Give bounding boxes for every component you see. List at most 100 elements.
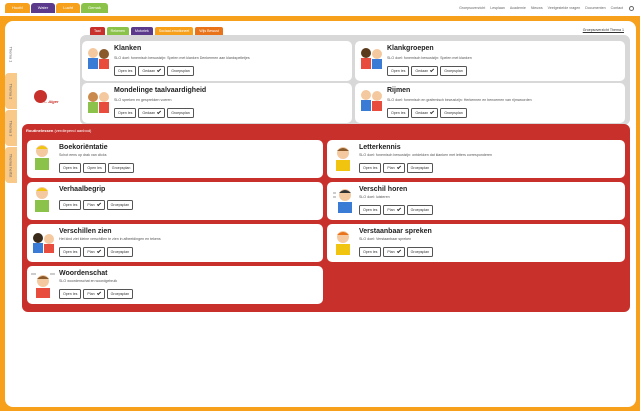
link-academie[interactable]: Academie <box>510 6 526 10</box>
lesson-card-klanken[interactable]: Klanken SLO doel: fonemisch bewustzijn: … <box>82 41 352 81</box>
button-label: Gedaan <box>142 111 156 115</box>
link-groepsoverzicht[interactable]: Groepsoverzicht <box>459 6 485 10</box>
open-lesson-button[interactable]: Open les <box>359 205 382 215</box>
children-looking-icon <box>33 233 54 253</box>
filter-tab-sociaal[interactable]: Sociaal-emotioneel <box>154 27 194 35</box>
open-lesson-button[interactable]: Open les <box>359 163 382 173</box>
card-actions: Open les Gedaan Groepsplan <box>387 108 467 118</box>
plan-button[interactable]: Plan <box>83 200 105 210</box>
open-lesson-button[interactable]: Open les <box>387 66 410 76</box>
plan-button[interactable]: Plan <box>83 289 105 299</box>
plan-button[interactable]: Plan <box>383 205 405 215</box>
theme-tab-2[interactable]: Thema 2 <box>5 73 17 109</box>
lesson-card-verschil-horen[interactable]: Verschil horen SLO doel: luisteren Open … <box>327 182 625 220</box>
card-actions: Open les Gedaan Groepsplan <box>114 66 194 76</box>
top-links: Groepsoverzicht Lesplaan Academie Nieuws… <box>459 5 640 11</box>
group-plan-button[interactable]: Groepsplan <box>440 108 467 118</box>
link-contact[interactable]: Contact <box>611 6 623 10</box>
theme-tab-1[interactable]: Thema 1 <box>5 36 17 72</box>
open-lesson-button[interactable]: Open les <box>387 108 410 118</box>
open-lesson-button[interactable]: Open les <box>59 289 82 299</box>
done-button[interactable]: Gedaan <box>411 66 439 76</box>
group-plan-button[interactable]: Groepsplan <box>106 247 134 257</box>
theme-tab-herfst[interactable]: Thema herfst <box>5 147 17 183</box>
group-overview-link[interactable]: Groepsoverzicht Thema 1 <box>583 28 624 32</box>
group-plan-button[interactable]: Groepsplan <box>406 205 434 215</box>
plan-button[interactable]: Plan <box>383 247 405 257</box>
open-lesson-button[interactable]: Open les <box>114 108 137 118</box>
filter-tab-taal[interactable]: Taal <box>90 27 105 35</box>
open-lesson-button[interactable]: Open les <box>59 200 82 210</box>
theme-tab-label: Thema 1 <box>8 46 14 62</box>
lesson-card-mondelinge-taalvaardigheid[interactable]: Mondelinge taalvaardigheid SLO spreken e… <box>82 83 352 123</box>
link-faq[interactable]: Veelgestelde vragen <box>548 6 581 10</box>
main-tabs: Hoofd Water Lucht Gemak <box>5 3 108 13</box>
theme-tab-label: Thema herfst <box>8 153 14 177</box>
button-label: Gedaan <box>415 111 429 115</box>
filter-tab-rekenen[interactable]: Rekenen <box>106 27 129 35</box>
theme-tab-3[interactable]: Thema 3 <box>5 110 17 146</box>
card-title: Mondelinge taalvaardigheid <box>114 87 207 94</box>
card-title: Verschil horen <box>359 186 408 193</box>
group-plan-button[interactable]: Groepsplan <box>106 289 134 299</box>
filter-tab-wijs-bewust[interactable]: Wijs Bewust <box>195 27 223 35</box>
link-lesplaan[interactable]: Lesplaan <box>490 6 505 10</box>
check-icon <box>396 164 401 170</box>
group-plan-button[interactable]: Groepsplan <box>167 66 194 76</box>
group-plan-button[interactable]: Groepsplan <box>406 163 434 173</box>
lesson-card-boekorientatie[interactable]: Boekoriëntatie Schot eens op drak van cl… <box>27 140 323 178</box>
child-thinking-icon <box>336 147 350 171</box>
plan-button[interactable]: Plan <box>83 247 105 257</box>
main-tab-hoofd[interactable]: Hoofd <box>5 3 30 13</box>
open-lesson-button[interactable]: Open les <box>59 247 82 257</box>
button-label: Gedaan <box>142 69 156 73</box>
check-icon <box>430 67 435 73</box>
card-title: Letterkennis <box>359 144 401 151</box>
lesson-card-letterkennis[interactable]: Letterkennis SLO doel: fonemisch bewustz… <box>327 140 625 178</box>
main-tab-water[interactable]: Water <box>30 3 56 13</box>
logo: ... Alger <box>34 90 64 110</box>
open-lesson-button[interactable]: Open les <box>59 163 82 173</box>
lesson-card-verhaalbegrip[interactable]: Verhaalbegrip Open les Plan Groepsplan <box>27 182 323 220</box>
done-button[interactable]: Gedaan <box>411 108 439 118</box>
lesson-card-verstaanbaar-spreken[interactable]: Verstaanbaar spreken SLO doel: Verstaanb… <box>327 224 625 262</box>
open-lesson-button[interactable]: Open les <box>114 66 137 76</box>
check-icon <box>96 290 101 296</box>
open-lesson-button[interactable]: Open les <box>359 247 382 257</box>
link-documenten[interactable]: Documenten <box>585 6 605 10</box>
link-nieuws[interactable]: Nieuws <box>531 6 543 10</box>
done-button[interactable]: Gedaan <box>138 108 166 118</box>
lesson-card-woordenschat[interactable]: Woordenschat SLO woordenschat en woordge… <box>27 266 323 304</box>
lesson-card-rijmen[interactable]: Rijmen SLO doel: fonemisch en grafemisch… <box>355 83 625 123</box>
plan-button[interactable]: Plan <box>383 163 405 173</box>
card-actions: Open les Plan Groepsplan <box>359 205 434 215</box>
lesson-card-verschillen-zien[interactable]: Verschillen zien Het kind ziet kleine ve… <box>27 224 323 262</box>
group-plan-button[interactable]: Groepsplan <box>167 108 194 118</box>
check-icon <box>157 67 162 73</box>
group-plan-button[interactable]: Groepsplan <box>406 247 434 257</box>
card-actions: Open les Plan Groepsplan <box>59 289 134 299</box>
done-button[interactable]: Gedaan <box>138 66 166 76</box>
open-lesson-button-2[interactable]: Open les <box>83 163 106 173</box>
subject-filter-tabs: Taal Rekenen Motoriek Sociaal-emotioneel… <box>90 27 223 35</box>
group-plan-button[interactable]: Groepsplan <box>440 66 467 76</box>
button-label: Plan <box>387 208 395 212</box>
routine-title: Routinelessen (verdiepend aanbod) <box>26 128 91 133</box>
routine-subtitle: (verdiepend aanbod) <box>54 128 92 133</box>
card-actions: Open les Plan Groepsplan <box>359 163 434 173</box>
group-plan-button[interactable]: Groepsplan <box>107 163 135 173</box>
card-description: SLO doel: luisteren <box>359 195 390 199</box>
search-icon[interactable] <box>629 5 634 11</box>
card-description: Het kind ziet kleine verschillen te zien… <box>59 237 161 241</box>
lesson-card-klankgroepen[interactable]: Klankgroepen SLO doel: fonemisch bewustz… <box>355 41 625 81</box>
main-tab-gemak[interactable]: Gemak <box>81 3 108 13</box>
button-label: Plan <box>87 292 95 296</box>
group-plan-button[interactable]: Groepsplan <box>106 200 134 210</box>
theme-tab-label: Thema 2 <box>8 83 14 99</box>
card-title: Verstaanbaar spreken <box>359 228 432 235</box>
check-icon <box>430 109 435 115</box>
filter-tab-motoriek[interactable]: Motoriek <box>130 27 153 35</box>
card-title: Rijmen <box>387 87 411 94</box>
top-bar: Hoofd Water Lucht Gemak Groepsoverzicht … <box>0 0 640 16</box>
main-tab-lucht[interactable]: Lucht <box>56 3 81 13</box>
